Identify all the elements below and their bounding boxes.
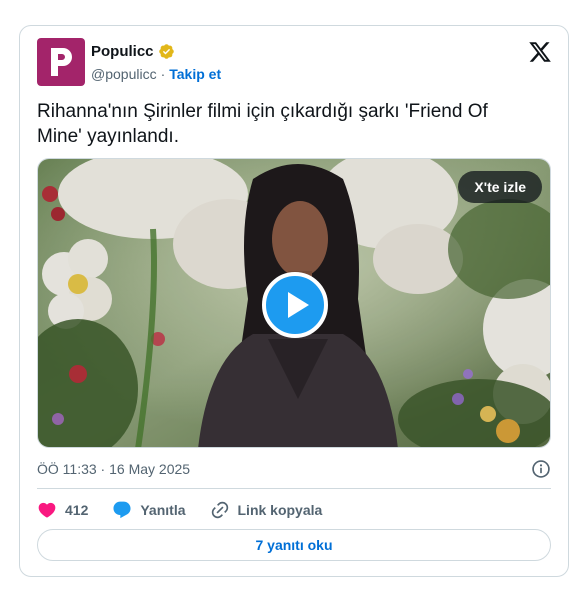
like-button[interactable]: 412 — [37, 500, 88, 520]
video-media[interactable]: X'te izle — [37, 158, 551, 448]
reply-label: Yanıtla — [140, 502, 186, 518]
like-count: 412 — [65, 502, 89, 518]
separator-dot: · — [160, 66, 166, 82]
copy-link-button[interactable]: Link kopyala — [210, 500, 323, 520]
verified-badge-icon — [158, 44, 174, 59]
heart-icon — [38, 502, 56, 518]
populicc-logo-icon — [51, 48, 72, 76]
play-icon[interactable] — [262, 272, 328, 338]
account-name-row: Populicc — [91, 43, 175, 60]
copy-link-label: Link kopyala — [237, 502, 323, 518]
link-icon — [211, 501, 228, 519]
x-logo-icon[interactable] — [528, 40, 552, 64]
info-icon[interactable] — [531, 459, 551, 479]
divider — [37, 488, 551, 489]
reply-button[interactable]: Yanıtla — [112, 500, 186, 520]
account-name[interactable]: Populicc — [91, 43, 154, 60]
reply-bubble-icon — [113, 501, 131, 519]
tweet-timestamp[interactable]: ÖÖ 11:33 · 16 May 2025 — [37, 461, 190, 477]
account-handle[interactable]: @populicc — [91, 66, 157, 82]
avatar[interactable] — [37, 38, 85, 86]
account-handle-row: @populicc · Takip et — [91, 66, 221, 82]
read-replies-button[interactable]: 7 yanıtı oku — [37, 529, 551, 561]
action-bar: 412 Yanıtla Link kopyala — [37, 498, 346, 522]
tweet-embed-card: Populicc @populicc · Takip et Rihanna'nı… — [19, 25, 569, 577]
watch-on-x-button[interactable]: X'te izle — [458, 171, 542, 203]
tweet-text: Rihanna'nın Şirinler filmi için çıkardığ… — [37, 101, 488, 147]
follow-button[interactable]: Takip et — [169, 66, 221, 82]
timestamp-row: ÖÖ 11:33 · 16 May 2025 — [37, 459, 551, 479]
